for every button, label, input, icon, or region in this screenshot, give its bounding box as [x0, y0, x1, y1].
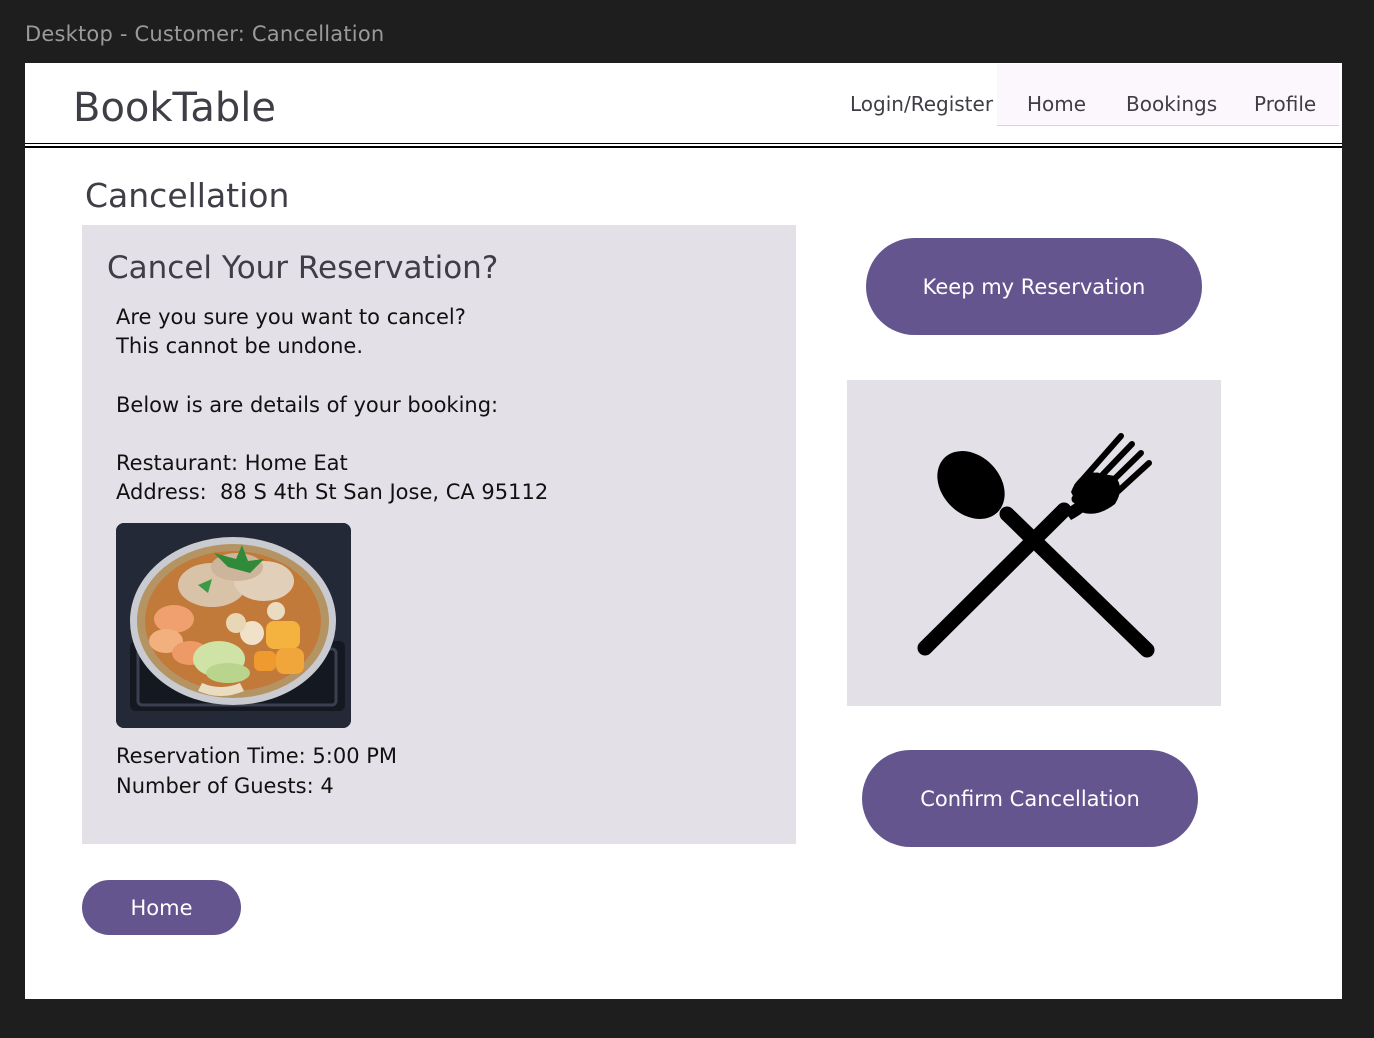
tab-profile[interactable]: Profile	[1254, 92, 1316, 116]
spoon-fork-crossed-icon	[917, 433, 1155, 658]
undo-warning: This cannot be undone.	[116, 334, 364, 358]
top-bar: BookTable Login/Register Home Bookings P…	[25, 63, 1342, 144]
confirm-question: Are you sure you want to cancel?	[116, 305, 466, 329]
details-intro: Below is are details of your booking:	[116, 393, 499, 417]
reservation-time: Reservation Time: 5:00 PM	[116, 744, 398, 768]
login-register-link[interactable]: Login/Register	[850, 92, 993, 116]
dish-image	[116, 523, 351, 728]
reservation-card: Cancel Your Reservation? Are you sure yo…	[82, 225, 796, 844]
guest-count: Number of Guests: 4	[116, 774, 334, 798]
restaurant-name: Restaurant: Home Eat	[116, 451, 348, 475]
dish-photo	[116, 523, 351, 728]
tab-bookings[interactable]: Bookings	[1126, 92, 1217, 116]
page-title: Cancellation	[85, 176, 290, 215]
brand-logo[interactable]: BookTable	[73, 85, 276, 131]
tab-home[interactable]: Home	[1027, 92, 1086, 116]
illustration-panel	[847, 380, 1221, 706]
keep-reservation-button[interactable]: Keep my Reservation	[866, 238, 1202, 335]
header-divider	[25, 146, 1342, 148]
home-button[interactable]: Home	[82, 880, 241, 935]
app-window: BookTable Login/Register Home Bookings P…	[25, 63, 1342, 999]
confirm-cancellation-button[interactable]: Confirm Cancellation	[862, 750, 1198, 847]
frame-label: Desktop - Customer: Cancellation	[25, 22, 385, 46]
restaurant-address: Address: 88 S 4th St San Jose, CA 95112	[116, 480, 549, 504]
nav-tabs: Home Bookings Profile	[997, 64, 1339, 126]
card-title: Cancel Your Reservation?	[107, 250, 499, 286]
